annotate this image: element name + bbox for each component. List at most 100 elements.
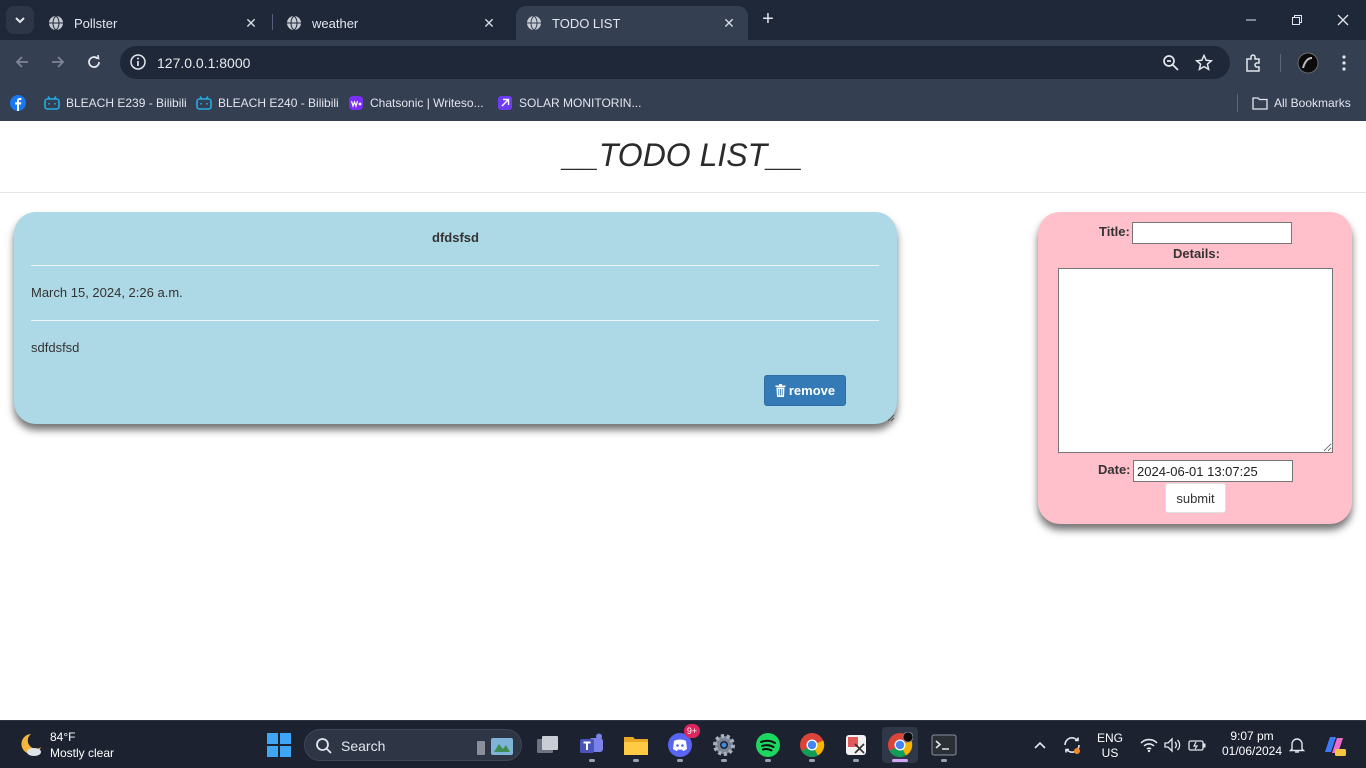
chrome-icon — [800, 733, 825, 758]
details-textarea[interactable] — [1058, 268, 1333, 453]
taskbar-search[interactable]: Search — [304, 729, 522, 761]
details-label: Details: — [1173, 246, 1220, 261]
notifications-button[interactable] — [1282, 727, 1312, 763]
spotify-app[interactable] — [750, 727, 786, 763]
bookmark-bleach-e239[interactable]: BLEACH E239 - Bilibili — [44, 92, 187, 114]
date-label: Date: — [1098, 462, 1131, 477]
remove-button[interactable]: remove — [764, 375, 846, 406]
close-window-button[interactable] — [1320, 0, 1366, 40]
tab-weather[interactable]: weather ✕ — [276, 6, 508, 40]
title-label: Title: — [1099, 224, 1130, 239]
tab-search-button[interactable] — [6, 6, 34, 34]
address-bar[interactable]: 127.0.0.1:8000 — [120, 46, 1230, 79]
forward-button[interactable] — [44, 48, 72, 76]
copilot-icon — [1325, 737, 1346, 756]
windows-logo-icon — [267, 733, 291, 757]
snipping-tool-app[interactable] — [838, 727, 874, 763]
folder-icon — [624, 737, 648, 755]
close-icon — [1337, 14, 1349, 26]
bookmark-label: BLEACH E239 - Bilibili — [66, 96, 187, 110]
search-icon — [316, 738, 332, 754]
resize-grip-icon[interactable] — [887, 414, 895, 422]
weather-widget[interactable]: 84°F Mostly clear — [16, 729, 114, 761]
quick-settings-button[interactable] — [1130, 727, 1216, 763]
show-hidden-icons-button[interactable] — [1022, 727, 1058, 763]
browser-tab-strip: Pollster ✕ weather ✕ TODO LIST ✕ + — [0, 0, 1366, 40]
globe-icon — [287, 15, 301, 31]
bookmark-star-icon[interactable] — [1195, 54, 1213, 72]
copilot-button[interactable] — [1316, 727, 1352, 763]
search-highlight-icon — [477, 738, 513, 755]
bookmark-chatsonic[interactable]: Chatsonic | Writeso... — [348, 92, 484, 114]
tab-pollster[interactable]: Pollster ✕ — [38, 6, 270, 40]
site-info-icon[interactable] — [128, 52, 148, 72]
terminal-icon — [931, 734, 957, 756]
todo-details: sdfdsfsd — [31, 340, 80, 355]
search-label: Search — [341, 738, 386, 754]
chrome-profile-app[interactable] — [882, 727, 918, 763]
tab-title: Pollster — [74, 15, 118, 31]
clock[interactable]: 9:07 pm 01/06/2024 — [1218, 729, 1286, 759]
tab-title: weather — [312, 15, 359, 31]
minimize-icon — [1246, 19, 1256, 21]
page-content: __TODO LIST__ dfdsfsd March 15, 2024, 2:… — [0, 121, 1366, 720]
solar-app-icon — [497, 95, 513, 111]
restore-icon — [1292, 15, 1302, 25]
add-todo-form: Title: Details: Date: submit — [1038, 212, 1352, 524]
divider — [31, 320, 879, 321]
file-explorer-app[interactable] — [618, 727, 654, 763]
bookmark-facebook[interactable] — [10, 92, 32, 114]
clock-time: 9:07 pm — [1230, 729, 1274, 743]
zoom-icon[interactable] — [1162, 54, 1180, 72]
page-title: __TODO LIST__ — [563, 137, 803, 173]
chrome-app[interactable] — [794, 727, 830, 763]
weather-description: Mostly clear — [50, 746, 115, 760]
reload-button[interactable] — [80, 48, 108, 76]
restore-button[interactable] — [1274, 0, 1320, 40]
start-button[interactable] — [261, 727, 297, 763]
back-button[interactable] — [8, 48, 36, 76]
bookmarks-bar: BLEACH E239 - Bilibili BLEACH E240 - Bil… — [0, 85, 1366, 121]
title-input[interactable] — [1132, 222, 1292, 244]
chrome-icon — [888, 732, 913, 758]
date-input[interactable] — [1133, 460, 1293, 482]
page-header: __TODO LIST__ — [0, 121, 1366, 193]
bilibili-icon — [196, 95, 212, 111]
input-language-indicator[interactable]: ENG US — [1092, 731, 1128, 761]
language-primary: ENG — [1096, 731, 1123, 745]
submit-button[interactable]: submit — [1165, 483, 1226, 513]
teams-app[interactable] — [574, 727, 610, 763]
todo-card: dfdsfsd March 15, 2024, 2:26 a.m. sdfdsf… — [14, 212, 897, 424]
close-icon[interactable]: ✕ — [720, 14, 738, 32]
minimize-button[interactable] — [1228, 0, 1274, 40]
new-tab-button[interactable]: + — [757, 9, 779, 31]
weather-temperature: 84°F — [50, 730, 76, 744]
bell-icon — [1288, 738, 1306, 753]
reload-icon — [88, 54, 100, 68]
snipping-tool-icon — [846, 735, 866, 755]
terminal-app[interactable] — [926, 727, 962, 763]
trash-icon — [775, 384, 786, 397]
chevron-down-icon — [15, 17, 25, 24]
task-view-button[interactable] — [530, 727, 566, 763]
profile-avatar[interactable] — [1297, 52, 1319, 74]
all-bookmarks-button[interactable]: All Bookmarks — [1252, 92, 1351, 114]
close-icon[interactable]: ✕ — [242, 14, 260, 32]
menu-kebab-icon[interactable] — [1333, 52, 1355, 74]
sync-tray-icon-button[interactable] — [1054, 727, 1090, 763]
bookmark-label: SOLAR MONITORIN... — [519, 96, 642, 110]
bookmark-solar-monitoring[interactable]: SOLAR MONITORIN... — [497, 92, 641, 114]
settings-app[interactable] — [706, 727, 742, 763]
task-view-icon — [537, 736, 558, 753]
bookmark-bleach-e240[interactable]: BLEACH E240 - Bilibili — [196, 92, 339, 114]
chevron-up-icon — [1034, 741, 1046, 749]
clock-date: 01/06/2024 — [1221, 744, 1283, 758]
notification-badge: 9+ — [684, 724, 700, 738]
extensions-icon[interactable] — [1243, 52, 1265, 74]
remove-label: remove — [788, 383, 836, 398]
volume-icon — [1164, 737, 1181, 753]
discord-app[interactable]: 9+ — [662, 724, 700, 763]
close-icon[interactable]: ✕ — [480, 14, 498, 32]
url-text[interactable]: 127.0.0.1:8000 — [157, 55, 250, 71]
tab-todo-list[interactable]: TODO LIST ✕ — [516, 6, 748, 40]
